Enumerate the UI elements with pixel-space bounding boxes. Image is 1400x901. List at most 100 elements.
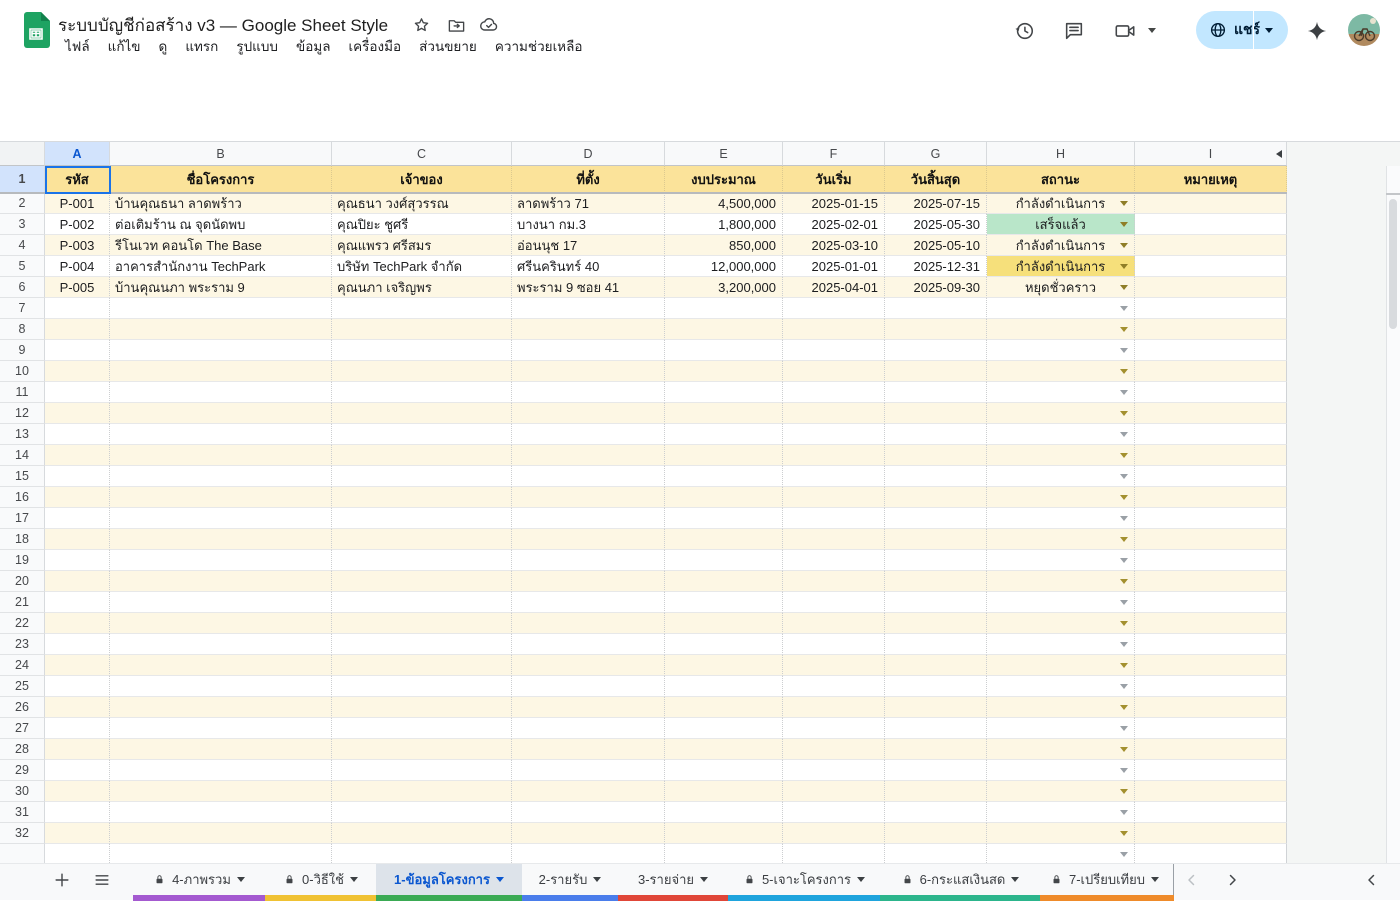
cell-H8[interactable]: [987, 319, 1135, 340]
cell-D23[interactable]: [512, 634, 665, 655]
cell-C11[interactable]: [332, 382, 512, 403]
status-dropdown-icon[interactable]: [1120, 621, 1128, 626]
sheet-tab-6[interactable]: 6-กระแสเงินสด: [880, 864, 1040, 895]
row-header-13[interactable]: 13: [0, 424, 45, 445]
share-dropdown-icon[interactable]: [1254, 28, 1284, 33]
cell-E22[interactable]: [665, 613, 783, 634]
cell-H13[interactable]: [987, 424, 1135, 445]
status-dropdown-icon[interactable]: [1120, 663, 1128, 668]
cell-E4[interactable]: 850,000: [665, 235, 783, 256]
cell-I11[interactable]: [1135, 382, 1287, 403]
row-header-20[interactable]: 20: [0, 571, 45, 592]
cell-I33[interactable]: [1135, 844, 1287, 863]
cell-D32[interactable]: [512, 823, 665, 844]
row-header-15[interactable]: 15: [0, 466, 45, 487]
column-header-A[interactable]: A: [45, 142, 110, 166]
cell-I29[interactable]: [1135, 760, 1287, 781]
cell-E29[interactable]: [665, 760, 783, 781]
cell-E24[interactable]: [665, 655, 783, 676]
status-dropdown-icon[interactable]: [1120, 306, 1128, 311]
cell-H12[interactable]: [987, 403, 1135, 424]
cell-B6[interactable]: บ้านคุณนภา พระราม 9: [110, 277, 332, 298]
status-dropdown-icon[interactable]: [1120, 684, 1128, 689]
cell-I30[interactable]: [1135, 781, 1287, 802]
cell-C3[interactable]: คุณปิยะ ชูศรี: [332, 214, 512, 235]
all-sheets-menu-button[interactable]: [90, 868, 114, 892]
cell-B33[interactable]: [110, 844, 332, 863]
cell-G22[interactable]: [885, 613, 987, 634]
cell-F15[interactable]: [783, 466, 885, 487]
row-header-12[interactable]: 12: [0, 403, 45, 424]
row-header-3[interactable]: 3: [0, 214, 45, 235]
cell-G12[interactable]: [885, 403, 987, 424]
status-dropdown-icon[interactable]: [1120, 453, 1128, 458]
cell-A22[interactable]: [45, 613, 110, 634]
cell-F29[interactable]: [783, 760, 885, 781]
cell-B23[interactable]: [110, 634, 332, 655]
row-header-5[interactable]: 5: [0, 256, 45, 277]
cell-E10[interactable]: [665, 361, 783, 382]
cell-D31[interactable]: [512, 802, 665, 823]
cell-F19[interactable]: [783, 550, 885, 571]
row-header-24[interactable]: 24: [0, 655, 45, 676]
cell-D19[interactable]: [512, 550, 665, 571]
cell-I32[interactable]: [1135, 823, 1287, 844]
cell-E3[interactable]: 1,800,000: [665, 214, 783, 235]
cell-A30[interactable]: [45, 781, 110, 802]
cell-C30[interactable]: [332, 781, 512, 802]
cell-F23[interactable]: [783, 634, 885, 655]
scrollbar-thumb[interactable]: [1389, 199, 1397, 329]
cell-C26[interactable]: [332, 697, 512, 718]
comments-icon[interactable]: [1062, 19, 1086, 43]
cell-G3[interactable]: 2025-05-30: [885, 214, 987, 235]
row-header-22[interactable]: 22: [0, 613, 45, 634]
cell-D15[interactable]: [512, 466, 665, 487]
cell-G5[interactable]: 2025-12-31: [885, 256, 987, 277]
cell-C17[interactable]: [332, 508, 512, 529]
column-header-C[interactable]: C: [332, 142, 512, 166]
cell-G4[interactable]: 2025-05-10: [885, 235, 987, 256]
cell-F9[interactable]: [783, 340, 885, 361]
cell-A13[interactable]: [45, 424, 110, 445]
tab-scroll-left-button[interactable]: [1180, 868, 1204, 892]
cell-F14[interactable]: [783, 445, 885, 466]
cell-C16[interactable]: [332, 487, 512, 508]
status-dropdown-icon[interactable]: [1120, 201, 1128, 206]
sheet-tab-dropdown-icon[interactable]: [237, 877, 245, 882]
sheet-tab-5[interactable]: 5-เจาะโครงการ: [728, 864, 880, 895]
status-dropdown-icon[interactable]: [1120, 600, 1128, 605]
cell-I4[interactable]: [1135, 235, 1287, 256]
cell-H15[interactable]: [987, 466, 1135, 487]
cell-E20[interactable]: [665, 571, 783, 592]
sheet-tab-dropdown-icon[interactable]: [700, 877, 708, 882]
cell-E8[interactable]: [665, 319, 783, 340]
menu-help[interactable]: ความช่วยเหลือ: [486, 36, 592, 58]
cell-I25[interactable]: [1135, 676, 1287, 697]
status-dropdown-icon[interactable]: [1120, 726, 1128, 731]
cell-D5[interactable]: ศรีนครินทร์ 40: [512, 256, 665, 277]
cell-F1[interactable]: วันเริ่ม: [783, 166, 885, 193]
cell-D8[interactable]: [512, 319, 665, 340]
cell-E28[interactable]: [665, 739, 783, 760]
cell-I3[interactable]: [1135, 214, 1287, 235]
cell-H26[interactable]: [987, 697, 1135, 718]
cell-A6[interactable]: P-005: [45, 277, 110, 298]
cell-G18[interactable]: [885, 529, 987, 550]
row-header-21[interactable]: 21: [0, 592, 45, 613]
cell-F25[interactable]: [783, 676, 885, 697]
cell-H19[interactable]: [987, 550, 1135, 571]
cell-A26[interactable]: [45, 697, 110, 718]
cell-B27[interactable]: [110, 718, 332, 739]
cell-F11[interactable]: [783, 382, 885, 403]
status-dropdown-icon[interactable]: [1120, 474, 1128, 479]
cell-G32[interactable]: [885, 823, 987, 844]
cell-I8[interactable]: [1135, 319, 1287, 340]
cell-B26[interactable]: [110, 697, 332, 718]
cell-F10[interactable]: [783, 361, 885, 382]
cell-C1[interactable]: เจ้าของ: [332, 166, 512, 193]
status-dropdown-icon[interactable]: [1120, 852, 1128, 857]
cell-D10[interactable]: [512, 361, 665, 382]
menu-insert[interactable]: แทรก: [176, 36, 227, 58]
cell-I26[interactable]: [1135, 697, 1287, 718]
move-folder-icon[interactable]: [445, 14, 467, 36]
